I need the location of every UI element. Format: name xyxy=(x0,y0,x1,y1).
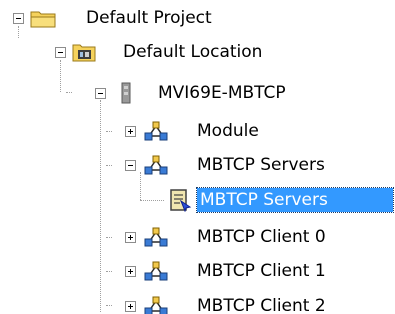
tree-node-label: MBTCP Client 0 xyxy=(197,227,326,247)
tree-node-default-project[interactable]: Default Project xyxy=(0,4,260,32)
expand-toggle[interactable] xyxy=(125,266,136,277)
collapse-toggle[interactable] xyxy=(13,13,24,24)
tree-node-module[interactable]: Module xyxy=(0,117,300,145)
collapse-toggle[interactable] xyxy=(125,160,136,171)
network-node-icon xyxy=(144,120,168,147)
network-node-icon xyxy=(144,260,168,287)
tree-node-default-location[interactable]: Default Location xyxy=(0,38,300,66)
project-tree: Default Project Default Location MVI69E-… xyxy=(0,0,395,314)
location-folder-icon xyxy=(72,42,96,67)
tree-node-label: Default Project xyxy=(86,8,212,28)
tree-node-mbtcp-servers-config[interactable]: MBTCP Servers xyxy=(0,186,395,214)
tree-node-mbtcp-servers[interactable]: MBTCP Servers xyxy=(0,151,340,179)
tree-node-label: MBTCP Client 2 xyxy=(197,296,326,314)
tree-node-label-selected: MBTCP Servers xyxy=(196,187,394,213)
network-node-icon xyxy=(144,226,168,253)
collapse-toggle[interactable] xyxy=(55,47,66,58)
server-config-icon xyxy=(168,188,192,217)
tree-node-label: Module xyxy=(197,121,259,141)
expand-toggle[interactable] xyxy=(125,232,136,243)
module-device-icon xyxy=(120,82,132,109)
tree-node-mbtcp-client-1[interactable]: MBTCP Client 1 xyxy=(0,257,340,285)
network-node-icon xyxy=(144,154,168,181)
tree-node-mbtcp-client-0[interactable]: MBTCP Client 0 xyxy=(0,223,340,251)
tree-node-label: MVI69E-MBTCP xyxy=(158,83,286,103)
tree-node-label: MBTCP Client 1 xyxy=(197,261,326,281)
expand-toggle[interactable] xyxy=(125,301,136,312)
tree-node-device[interactable]: MVI69E-MBTCP xyxy=(0,79,340,107)
collapse-toggle[interactable] xyxy=(95,88,106,99)
expand-toggle[interactable] xyxy=(125,126,136,137)
tree-node-label: Default Location xyxy=(123,42,263,62)
tree-node-mbtcp-client-2[interactable]: MBTCP Client 2 xyxy=(0,292,340,314)
folder-icon xyxy=(30,8,56,33)
network-node-icon xyxy=(144,295,168,314)
tree-node-label: MBTCP Servers xyxy=(197,155,325,175)
